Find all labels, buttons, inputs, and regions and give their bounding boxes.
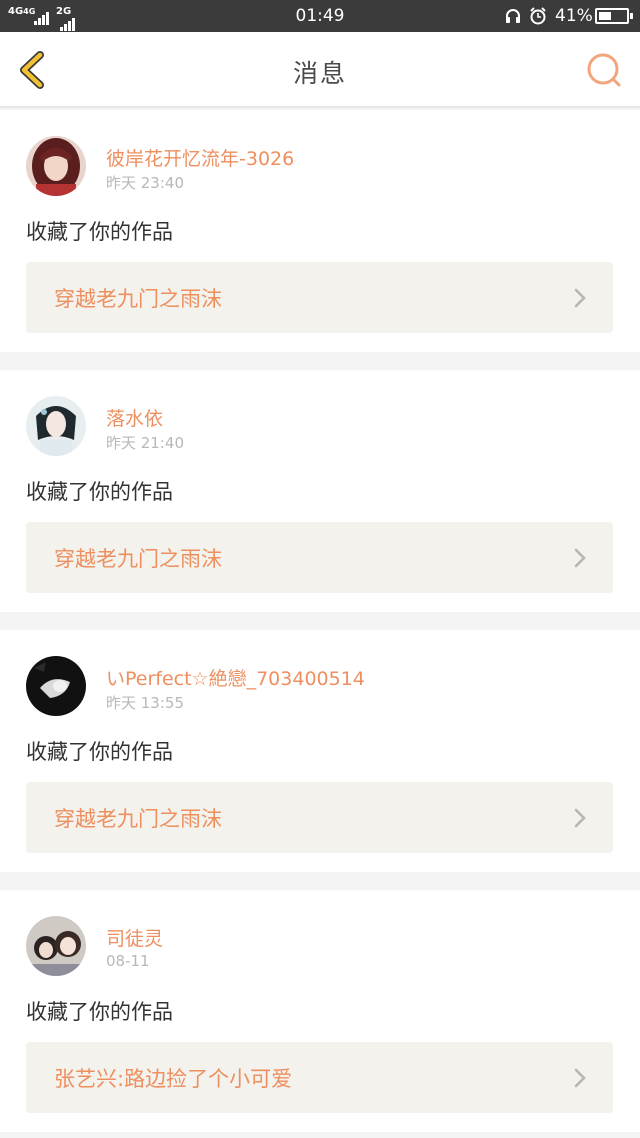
work-link[interactable]: 穿越老九门之雨沫 (26, 782, 613, 853)
timestamp: 昨天 21:40 (106, 434, 184, 452)
action-text: 收藏了你的作品 (26, 740, 173, 764)
username[interactable]: 落水依 (106, 404, 163, 431)
work-title: 张艺兴:路边捡了个小可爱 (54, 1067, 293, 1091)
chevron-right-icon (574, 808, 586, 828)
alarm-icon (530, 7, 546, 25)
avatar[interactable] (26, 136, 86, 196)
header-bar: 消息 (0, 32, 640, 108)
username[interactable]: いPerfect☆絶戀_703400514 (106, 664, 365, 691)
timestamp: 昨天 23:40 (106, 174, 184, 192)
chevron-right-icon (574, 288, 586, 308)
work-link[interactable]: 穿越老九门之雨沫 (26, 522, 613, 593)
work-link[interactable]: 穿越老九门之雨沫 (26, 262, 613, 333)
battery-percent: 41% (555, 6, 593, 26)
message-card: 彼岸花开忆流年-3026 昨天 23:40 收藏了你的作品 穿越老九门之雨沫 (0, 110, 640, 352)
timestamp: 昨天 13:55 (106, 694, 184, 712)
timestamp: 08-11 (106, 952, 150, 970)
avatar[interactable] (26, 916, 86, 976)
work-title: 穿越老九门之雨沫 (54, 547, 222, 571)
search-button[interactable] (584, 50, 624, 90)
page-title: 消息 (292, 59, 347, 88)
avatar[interactable] (26, 396, 86, 456)
chevron-right-icon (574, 1068, 586, 1088)
status-bar: 4G4G 2G 01:49 41% (0, 0, 640, 32)
work-title: 穿越老九门之雨沫 (54, 287, 222, 311)
work-title: 穿越老九门之雨沫 (54, 807, 222, 831)
username[interactable]: 司徒灵 (106, 924, 163, 951)
battery-icon (595, 8, 633, 24)
avatar[interactable] (26, 656, 86, 716)
username[interactable]: 彼岸花开忆流年-3026 (106, 144, 294, 171)
action-text: 收藏了你的作品 (26, 1000, 173, 1024)
message-card: 司徒灵 08-11 收藏了你的作品 张艺兴:路边捡了个小可爱 (0, 890, 640, 1132)
message-card: いPerfect☆絶戀_703400514 昨天 13:55 收藏了你的作品 穿… (0, 630, 640, 872)
action-text: 收藏了你的作品 (26, 220, 173, 244)
work-link[interactable]: 张艺兴:路边捡了个小可爱 (26, 1042, 613, 1113)
message-card: 落水依 昨天 21:40 收藏了你的作品 穿越老九门之雨沫 (0, 370, 640, 612)
headphone-icon (506, 9, 520, 23)
action-text: 收藏了你的作品 (26, 480, 173, 504)
search-icon (587, 53, 621, 87)
chevron-right-icon (574, 548, 586, 568)
